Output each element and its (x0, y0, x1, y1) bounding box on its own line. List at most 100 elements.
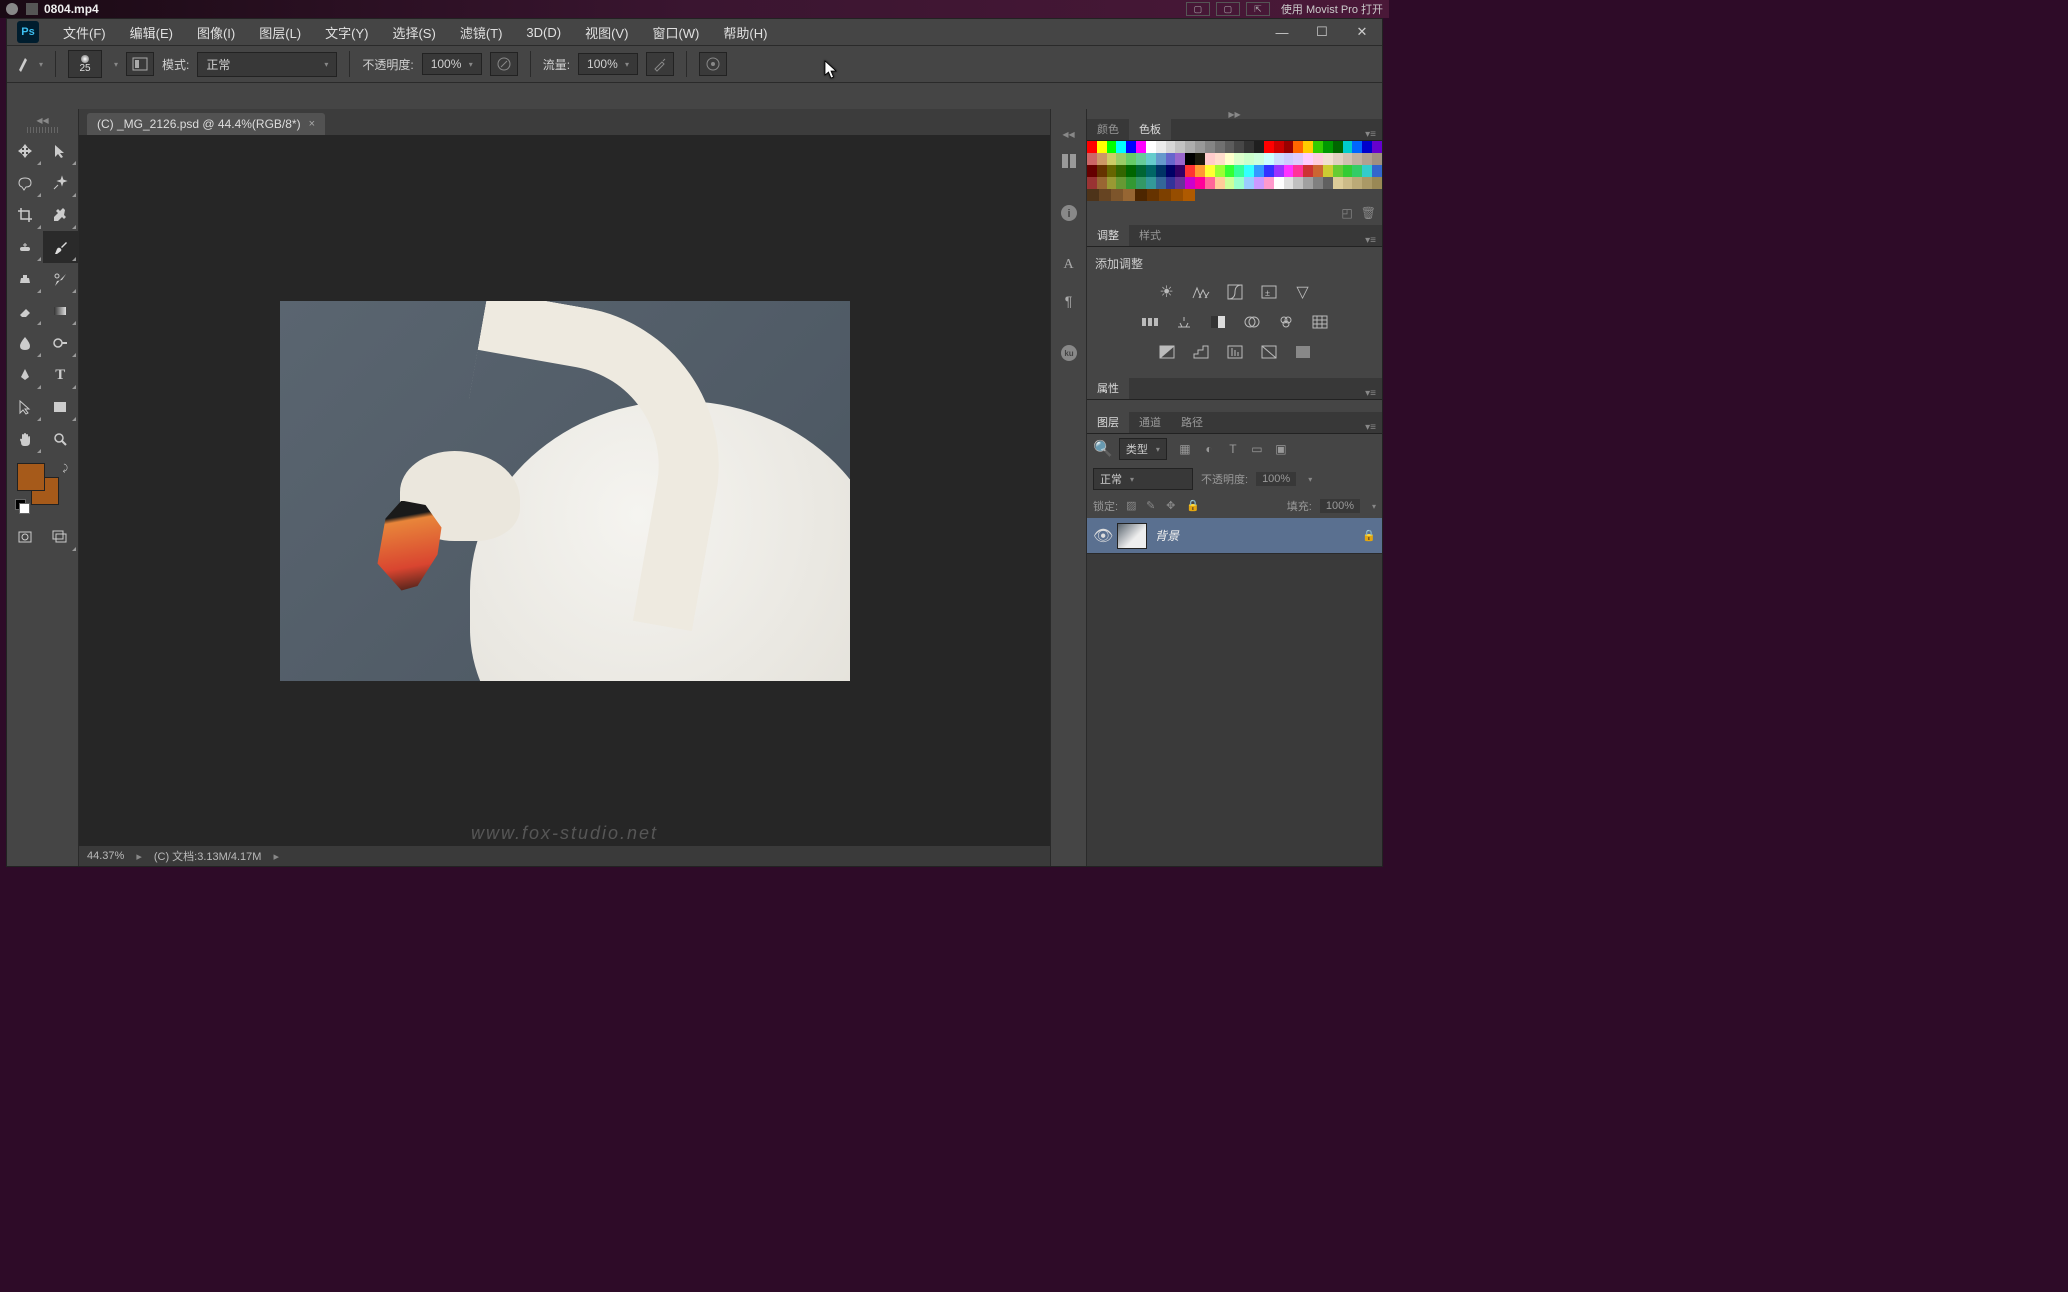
status-arrow-icon[interactable]: ▸ (136, 850, 142, 863)
magic-wand-tool[interactable] (43, 167, 79, 199)
swatch-cell[interactable] (1352, 165, 1362, 177)
swatch-cell[interactable] (1136, 177, 1146, 189)
strip-info-icon[interactable]: i (1053, 197, 1085, 229)
swatch-cell[interactable] (1303, 153, 1313, 165)
swatch-cell[interactable] (1175, 153, 1185, 165)
quick-mask-tool[interactable] (7, 521, 43, 553)
tab-close-icon[interactable]: × (309, 118, 315, 130)
swatch-cell[interactable] (1185, 141, 1195, 153)
os-btn-2[interactable]: ▢ (1216, 2, 1240, 16)
menu-edit[interactable]: 编辑(E) (118, 19, 185, 46)
maximize-button[interactable]: ☐ (1302, 19, 1342, 45)
swatch-cell[interactable] (1225, 153, 1235, 165)
layer-opacity-value[interactable]: 100% (1256, 472, 1296, 486)
swatch-cell[interactable] (1126, 165, 1136, 177)
swatch-cell[interactable] (1264, 165, 1274, 177)
direct-select-tool[interactable] (7, 391, 43, 423)
dodge-tool[interactable] (43, 327, 79, 359)
channel-mixer-icon[interactable] (1274, 310, 1298, 334)
eraser-tool[interactable] (7, 295, 43, 327)
healing-brush-tool[interactable] (7, 231, 43, 263)
swatch-cell[interactable] (1205, 165, 1215, 177)
opacity-chev-icon[interactable]: ▾ (1308, 475, 1312, 484)
swatch-cell[interactable] (1097, 177, 1107, 189)
photo-filter-icon[interactable] (1240, 310, 1264, 334)
strip-collapse-icon[interactable]: ◀◀ (1051, 129, 1086, 139)
swatch-cell[interactable] (1333, 165, 1343, 177)
swatch-cell[interactable] (1159, 189, 1171, 201)
swatch-cell[interactable] (1284, 177, 1294, 189)
swatch-cell[interactable] (1303, 177, 1313, 189)
swatch-cell[interactable] (1116, 165, 1126, 177)
swatch-cell[interactable] (1156, 177, 1166, 189)
swatch-cell[interactable] (1215, 153, 1225, 165)
hue-icon[interactable] (1138, 310, 1162, 334)
swatch-cell[interactable] (1284, 141, 1294, 153)
menu-view[interactable]: 视图(V) (573, 19, 640, 46)
swatch-cell[interactable] (1146, 141, 1156, 153)
swatch-cell[interactable] (1087, 141, 1097, 153)
swatch-cell[interactable] (1323, 153, 1333, 165)
strip-paragraph-icon[interactable]: ¶ (1053, 285, 1085, 317)
swatches-menu-icon[interactable]: ▾≡ (1359, 129, 1382, 140)
color-balance-icon[interactable] (1172, 310, 1196, 334)
swatch-cell[interactable] (1234, 165, 1244, 177)
swatch-cell[interactable] (1185, 177, 1195, 189)
swatch-cell[interactable] (1175, 141, 1185, 153)
swatch-cell[interactable] (1097, 153, 1107, 165)
pen-tool[interactable] (7, 359, 43, 391)
swatch-cell[interactable] (1215, 165, 1225, 177)
strip-icon-1[interactable] (1053, 145, 1085, 177)
move-tool[interactable] (7, 135, 43, 167)
minimize-button[interactable]: — (1262, 19, 1302, 45)
blend-mode-dropdown[interactable]: 正常▾ (197, 52, 337, 77)
menu-filter[interactable]: 滤镜(T) (448, 19, 515, 46)
swatch-cell[interactable] (1205, 153, 1215, 165)
document-tab[interactable]: (C) _MG_2126.psd @ 44.4%(RGB/8*) × (87, 113, 325, 135)
swatch-cell[interactable] (1111, 189, 1123, 201)
swatch-cell[interactable] (1183, 189, 1195, 201)
swatch-cell[interactable] (1284, 165, 1294, 177)
hand-tool[interactable] (7, 423, 43, 455)
menu-3d[interactable]: 3D(D) (514, 21, 573, 44)
swatch-cell[interactable] (1264, 153, 1274, 165)
swatch-cell[interactable] (1147, 189, 1159, 201)
swatch-cell[interactable] (1156, 153, 1166, 165)
swatch-cell[interactable] (1195, 165, 1205, 177)
layer-filter-search-icon[interactable]: 🔍 (1093, 439, 1113, 459)
layer-locked-icon[interactable]: 🔒 (1362, 529, 1376, 542)
layer-filter-type[interactable]: 类型▾ (1119, 438, 1167, 460)
swatch-cell[interactable] (1215, 141, 1225, 153)
swatch-cell[interactable] (1284, 153, 1294, 165)
swatch-cell[interactable] (1293, 177, 1303, 189)
swatch-cell[interactable] (1107, 177, 1117, 189)
swatch-cell[interactable] (1372, 153, 1382, 165)
status-chevron-icon[interactable]: ▸ (273, 850, 279, 863)
swatch-cell[interactable] (1352, 177, 1362, 189)
swatch-cell[interactable] (1372, 177, 1382, 189)
swatch-cell[interactable] (1313, 177, 1323, 189)
swatch-cell[interactable] (1123, 189, 1135, 201)
invert-icon[interactable] (1155, 340, 1179, 364)
filter-smart-icon[interactable]: ▣ (1273, 441, 1289, 457)
layer-visibility-icon[interactable]: 👁 (1093, 526, 1109, 546)
swatch-cell[interactable] (1205, 141, 1215, 153)
zoom-level[interactable]: 44.37% (87, 850, 124, 862)
swatch-cell[interactable] (1126, 177, 1136, 189)
swatch-cell[interactable] (1116, 177, 1126, 189)
swatch-cell[interactable] (1097, 141, 1107, 153)
menu-help[interactable]: 帮助(H) (711, 19, 779, 46)
brush-tool[interactable] (43, 231, 79, 263)
fill-chev-icon[interactable]: ▾ (1372, 502, 1376, 511)
close-button[interactable]: ✕ (1342, 19, 1382, 45)
curves-icon[interactable] (1223, 280, 1247, 304)
opacity-input[interactable]: 100%▾ (422, 53, 482, 75)
vibrance-icon[interactable]: ▽ (1291, 280, 1315, 304)
tab-properties[interactable]: 属性 (1087, 377, 1129, 399)
swatch-cell[interactable] (1087, 165, 1097, 177)
menu-window[interactable]: 窗口(W) (640, 19, 711, 46)
swatch-cell[interactable] (1264, 141, 1274, 153)
swatch-cell[interactable] (1136, 153, 1146, 165)
swatch-cell[interactable] (1136, 141, 1146, 153)
swatch-cell[interactable] (1234, 153, 1244, 165)
